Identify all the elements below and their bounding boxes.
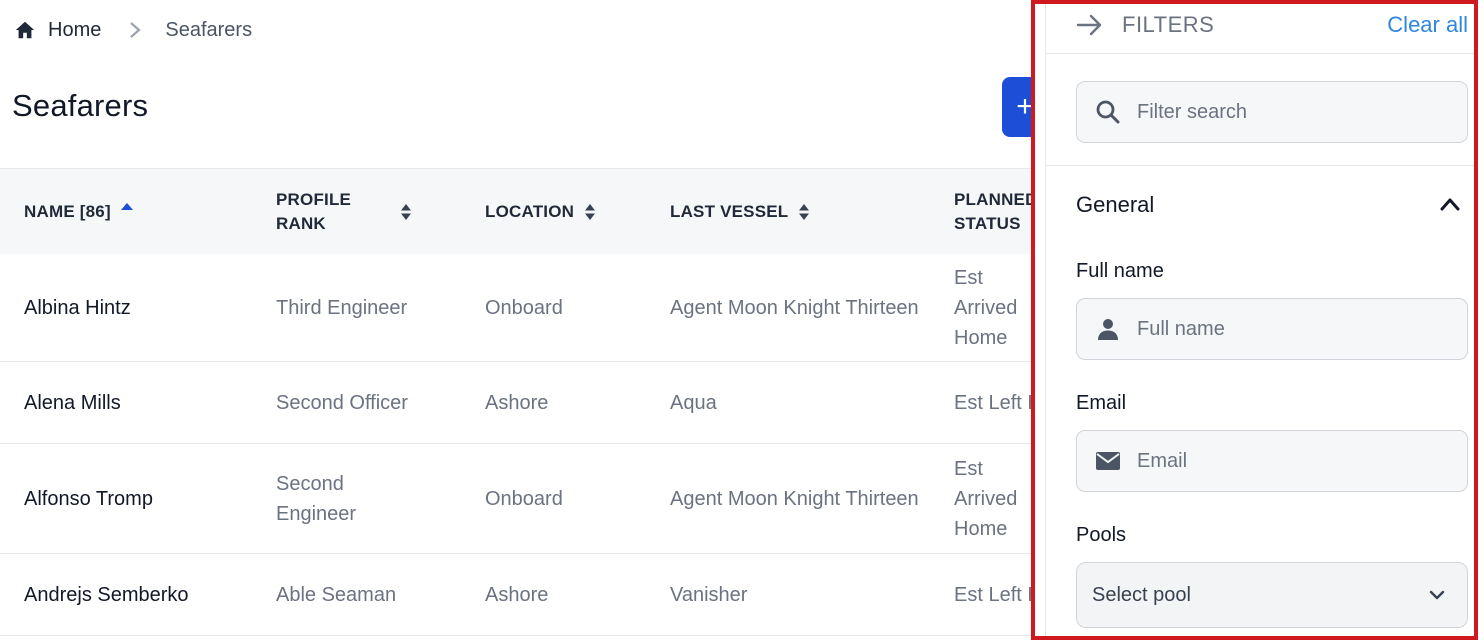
email-input[interactable] [1137, 449, 1467, 473]
filter-search-field[interactable] [1076, 81, 1468, 143]
pools-label: Pools [1076, 524, 1127, 546]
cell-rank: Third Engineer [276, 297, 408, 319]
envelope-icon [1096, 452, 1120, 470]
chevron-down-icon [1429, 590, 1445, 600]
cell-location: Onboard [485, 297, 563, 319]
column-header-location[interactable]: LOCATION [485, 169, 596, 255]
table-row[interactable]: Albina Hintz Third Engineer Onboard Agen… [0, 254, 1045, 362]
cell-rank: Second Officer [276, 392, 408, 414]
cell-location: Ashore [485, 584, 549, 606]
column-header-profile-rank-label: PROFILE RANK [276, 190, 352, 233]
cell-rank: Second Engineer [276, 473, 357, 525]
section-general-title[interactable]: General [1076, 192, 1154, 218]
email-field[interactable] [1076, 430, 1468, 492]
email-label: Email [1076, 392, 1127, 414]
cell-location: Ashore [485, 392, 549, 414]
column-header-location-label: LOCATION [485, 202, 575, 221]
full-name-input[interactable] [1137, 317, 1467, 341]
breadcrumb: Home Seafarers [14, 16, 252, 44]
full-name-field[interactable] [1076, 298, 1468, 360]
pools-select-value: Select pool [1092, 583, 1191, 606]
column-header-planned-status-label: PLANNED STATUS [954, 190, 1038, 233]
column-header-last-vessel-label: LAST VESSEL [670, 202, 789, 221]
sort-icon [401, 204, 411, 220]
table-row[interactable]: Alfonso Tromp Second Engineer Onboard Ag… [0, 444, 1045, 554]
home-icon [15, 21, 35, 39]
cell-vessel: Aqua [670, 392, 717, 414]
seafarers-table: NAME [86] PROFILE RANK LOCATION LAST VESS… [0, 168, 1081, 636]
cell-vessel: Agent Moon Knight Thirteen [670, 488, 919, 510]
search-icon [1096, 100, 1120, 124]
breadcrumb-home-link[interactable]: Home [14, 19, 101, 42]
sort-ascending-icon [120, 203, 133, 210]
table-header: NAME [86] PROFILE RANK LOCATION LAST VESS… [0, 168, 1045, 254]
pools-select[interactable]: Select pool [1076, 562, 1468, 628]
cell-location: Onboard [485, 488, 563, 510]
table-row[interactable]: Andrejs Semberko Able Seaman Ashore Vani… [0, 554, 1081, 636]
breadcrumb-current: Seafarers [165, 18, 253, 41]
filters-title: FILTERS [1122, 12, 1215, 37]
column-header-name[interactable]: NAME [86] [24, 169, 133, 255]
cell-rank: Able Seaman [276, 584, 397, 606]
column-header-name-label: NAME [86] [24, 202, 111, 221]
sort-icon [799, 204, 810, 220]
column-header-profile-rank[interactable]: PROFILE RANK [276, 169, 416, 255]
filter-search-input[interactable] [1137, 100, 1467, 124]
cell-name[interactable]: Alfonso Tromp [24, 444, 153, 554]
page-title: Seafarers [12, 88, 149, 123]
cell-name[interactable]: Alena Mills [24, 362, 121, 444]
chevron-right-icon [130, 22, 142, 38]
filter-search-area [1046, 54, 1474, 166]
sort-icon [585, 204, 596, 220]
chevron-up-icon[interactable] [1440, 197, 1460, 211]
cell-vessel: Agent Moon Knight Thirteen [670, 297, 919, 319]
filters-panel-body: FILTERS Clear all General Full name Emai… [1045, 4, 1474, 636]
user-icon [1098, 319, 1118, 340]
clear-all-link[interactable]: Clear all [1387, 12, 1468, 38]
full-name-label: Full name [1076, 260, 1164, 282]
cell-name[interactable]: Albina Hintz [24, 254, 131, 362]
filters-panel: FILTERS Clear all General Full name Emai… [1031, 0, 1478, 640]
column-header-last-vessel[interactable]: LAST VESSEL [670, 169, 810, 255]
cell-name[interactable]: Andrejs Semberko [24, 554, 189, 636]
filters-header: FILTERS Clear all [1046, 4, 1474, 54]
breadcrumb-home-label: Home [48, 18, 102, 41]
arrow-right-icon[interactable] [1076, 13, 1104, 37]
table-row[interactable]: Alena Mills Second Officer Ashore Aqua E… [0, 362, 1081, 444]
column-header-planned-status[interactable]: PLANNED STATUS [954, 169, 1038, 255]
cell-vessel: Vanisher [670, 584, 748, 606]
